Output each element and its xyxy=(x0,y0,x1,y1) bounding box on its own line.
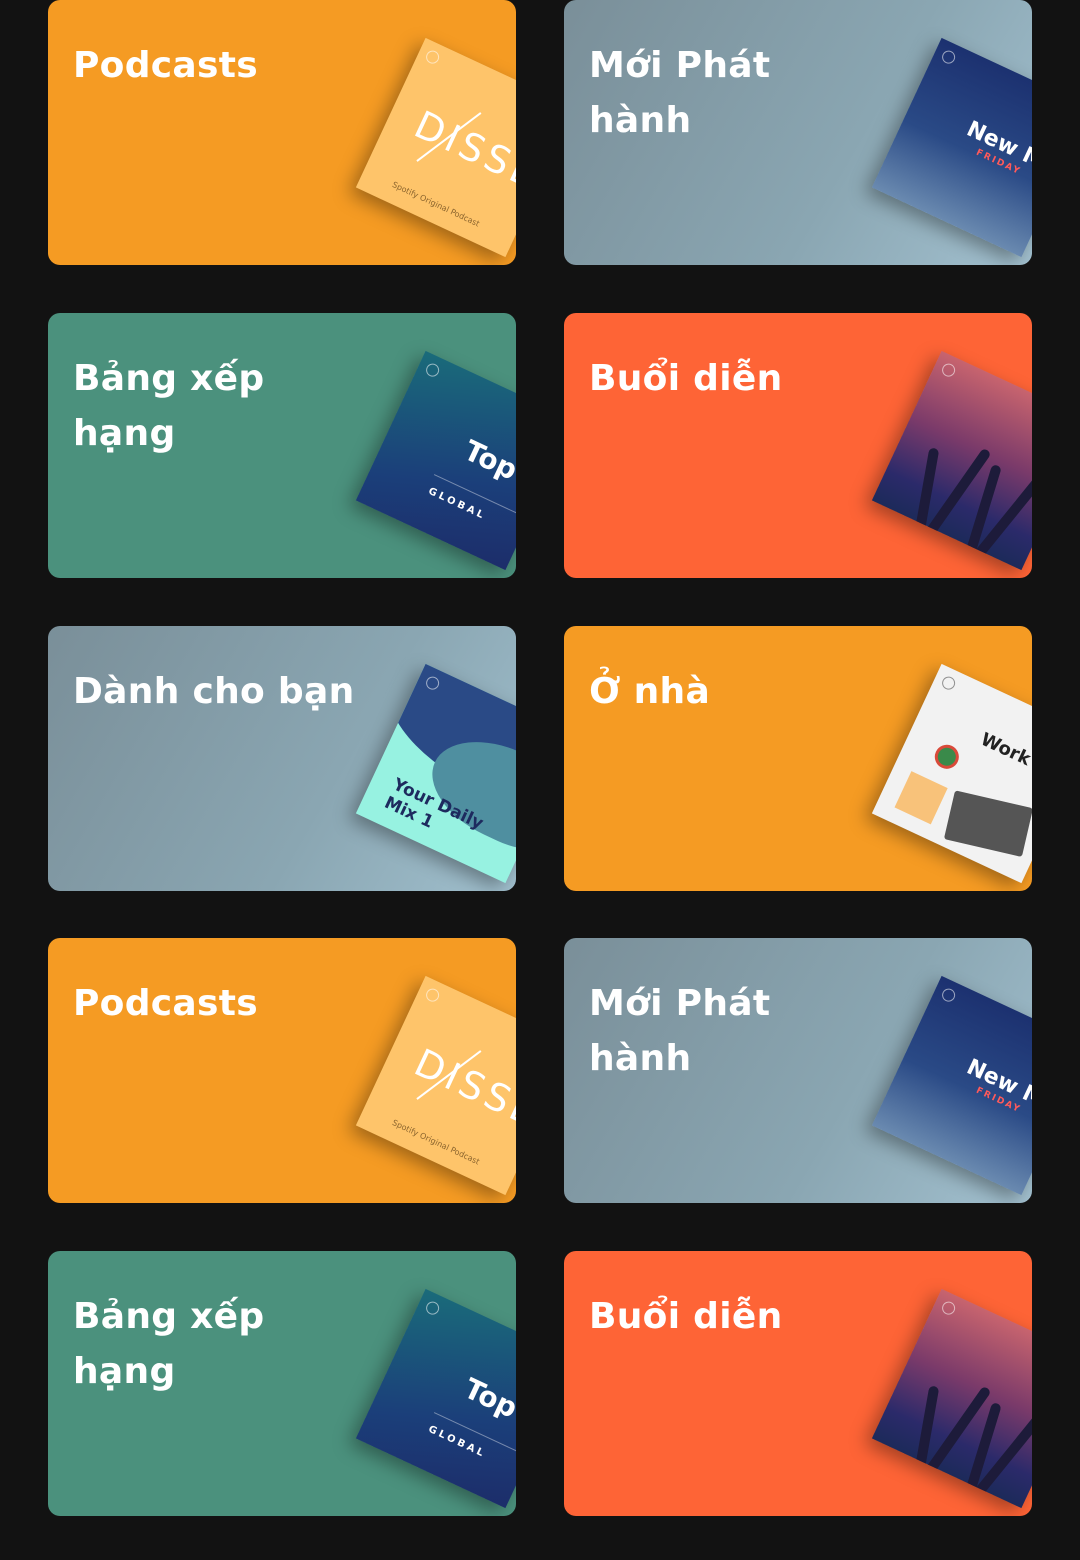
category-title: Mới Phát hành xyxy=(589,983,771,1079)
cover-text: Top 50 xyxy=(459,1371,516,1446)
daily-mix-cover-art: Your Daily Mix 1 xyxy=(355,663,516,884)
category-title: Bảng xếp hạng xyxy=(73,1296,265,1392)
spotify-logo-icon xyxy=(939,1299,958,1317)
top50-cover-art: Top 50 GLOBAL xyxy=(355,1288,516,1509)
category-title: Buổi diễn xyxy=(589,1296,783,1337)
browse-categories-grid: Podcasts DISSEC Spotify Original Podcast… xyxy=(0,0,1080,1560)
cover-subtext: GLOBAL xyxy=(426,485,488,523)
podcast-cover-art: DISSEC Spotify Original Podcast xyxy=(355,37,516,258)
spotify-logo-icon xyxy=(423,986,442,1004)
category-title: Mới Phát hành xyxy=(589,45,771,141)
cover-text: Top 50 xyxy=(459,433,516,508)
spotify-logo-icon xyxy=(939,48,958,66)
podcast-cover-art: DISSEC Spotify Original Podcast xyxy=(355,975,516,1196)
notepad-shape xyxy=(894,771,948,825)
spotify-logo-icon xyxy=(939,361,958,379)
category-title: Bảng xếp hạng xyxy=(73,358,265,454)
category-card-charts[interactable]: Bảng xếp hạng Top 50 GLOBAL xyxy=(48,313,516,578)
category-card-podcasts[interactable]: Podcasts DISSEC Spotify Original Podcast xyxy=(48,938,516,1203)
cover-text: Work From xyxy=(977,728,1032,794)
category-card-for-you[interactable]: Dành cho bạn Your Daily Mix 1 xyxy=(48,626,516,891)
category-card-new-releases[interactable]: Mới Phát hành New Music FRIDAY xyxy=(564,938,1032,1203)
category-title: Buổi diễn xyxy=(589,358,783,399)
category-card-new-releases[interactable]: Mới Phát hành New Music FRIDAY xyxy=(564,0,1032,265)
category-card-at-home[interactable]: Ở nhà Work From xyxy=(564,626,1032,891)
category-title: Podcasts xyxy=(73,983,258,1024)
category-title: Podcasts xyxy=(73,45,258,86)
new-music-cover-art: New Music FRIDAY xyxy=(871,37,1032,258)
spotify-logo-icon xyxy=(423,48,442,66)
laptop-shape xyxy=(943,790,1032,857)
spotify-logo-icon xyxy=(423,1299,442,1317)
top50-cover-art: Top 50 GLOBAL xyxy=(355,350,516,571)
category-card-concerts[interactable]: Buổi diễn xyxy=(564,313,1032,578)
new-music-cover-art: New Music FRIDAY xyxy=(871,975,1032,1196)
cover-subtext: Spotify Original Podcast xyxy=(390,1118,481,1167)
cover-subtext: GLOBAL xyxy=(426,1423,488,1461)
category-card-podcasts[interactable]: Podcasts DISSEC Spotify Original Podcast xyxy=(48,0,516,265)
spotify-logo-icon xyxy=(939,986,958,1004)
category-title: Ở nhà xyxy=(589,671,711,712)
category-card-concerts[interactable]: Buổi diễn xyxy=(564,1251,1032,1516)
concert-cover-art xyxy=(871,350,1032,571)
plant-decoration xyxy=(930,740,963,773)
spotify-logo-icon xyxy=(423,361,442,379)
cover-subtext: Spotify Original Podcast xyxy=(390,180,481,229)
category-title: Dành cho bạn xyxy=(73,671,355,712)
category-card-charts[interactable]: Bảng xếp hạng Top 50 GLOBAL xyxy=(48,1251,516,1516)
spotify-logo-icon xyxy=(939,674,958,692)
concert-cover-art xyxy=(871,1288,1032,1509)
work-from-home-cover-art: Work From xyxy=(871,663,1032,884)
